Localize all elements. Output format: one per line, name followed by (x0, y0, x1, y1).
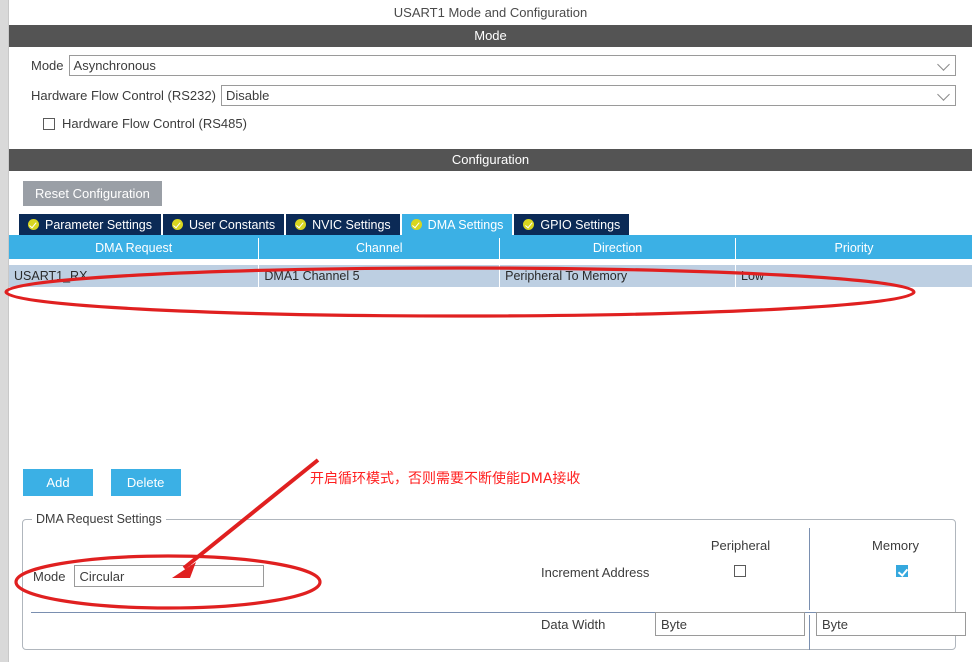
configuration-section-band: Configuration (9, 149, 972, 171)
column-header-dma-request: DMA Request (9, 238, 259, 259)
hw-flow-rs232-label: Hardware Flow Control (RS232) (31, 88, 216, 103)
increment-address-peripheral-checkbox[interactable] (734, 565, 746, 577)
row-divider (31, 612, 947, 613)
chevron-down-icon (937, 88, 950, 101)
page-title: USART1 Mode and Configuration (9, 0, 972, 25)
hw-flow-rs485-row[interactable]: Hardware Flow Control (RS485) (9, 116, 972, 131)
column-header-priority: Priority (736, 238, 972, 259)
panel-gap (9, 137, 972, 149)
tab-nvic-settings[interactable]: NVIC Settings (286, 214, 400, 235)
increment-address-memory-checkbox[interactable] (896, 565, 908, 577)
check-circle-icon (28, 219, 39, 230)
tab-label: DMA Settings (428, 218, 504, 232)
dma-request-settings-legend: DMA Request Settings (32, 512, 166, 526)
left-gutter-strip (0, 0, 9, 662)
data-width-memory-select[interactable]: Byte (816, 612, 966, 636)
reset-configuration-button[interactable]: Reset Configuration (23, 181, 162, 206)
tab-parameter-settings[interactable]: Parameter Settings (19, 214, 161, 235)
dma-mode-label: Mode (33, 569, 66, 584)
hw-flow-rs485-label: Hardware Flow Control (RS485) (62, 116, 247, 131)
delete-button[interactable]: Delete (111, 469, 181, 496)
cell-priority: Low (736, 265, 972, 287)
check-circle-icon (411, 219, 422, 230)
dma-mode-row: Mode Circular (33, 565, 264, 587)
settings-tabstrip: Parameter Settings User Constants NVIC S… (9, 214, 972, 235)
table-actions: Add Delete (23, 469, 195, 496)
increment-address-label: Increment Address (541, 565, 649, 580)
column-divider-lower (809, 615, 810, 650)
dma-mode-select[interactable]: Circular (74, 565, 264, 587)
tab-gpio-settings[interactable]: GPIO Settings (514, 214, 629, 235)
data-width-peripheral-value: Byte (656, 617, 687, 632)
dma-request-settings-group: DMA Request Settings Peripheral Memory M… (22, 519, 956, 650)
table-row[interactable]: USART1_RX DMA1 Channel 5 Peripheral To M… (9, 265, 972, 287)
tab-user-constants[interactable]: User Constants (163, 214, 284, 235)
tab-label: Parameter Settings (45, 218, 152, 232)
cell-direction: Peripheral To Memory (500, 265, 736, 287)
mode-section-band: Mode (9, 25, 972, 47)
data-width-label: Data Width (541, 617, 605, 632)
peripheral-column-header: Peripheral (668, 538, 813, 553)
mode-select[interactable]: Asynchronous (69, 55, 956, 76)
cell-channel: DMA1 Channel 5 (259, 265, 500, 287)
tab-label: User Constants (189, 218, 275, 232)
memory-column-header: Memory (823, 538, 968, 553)
reset-configuration-wrap: Reset Configuration (9, 171, 972, 214)
add-button[interactable]: Add (23, 469, 93, 496)
column-divider-upper (809, 528, 810, 610)
column-header-channel: Channel (259, 238, 500, 259)
hw-flow-rs485-checkbox[interactable] (43, 118, 55, 130)
tab-label: NVIC Settings (312, 218, 391, 232)
check-circle-icon (295, 219, 306, 230)
configuration-body: Reset Configuration Parameter Settings U… (9, 171, 972, 287)
check-circle-icon (523, 219, 534, 230)
chevron-down-icon (937, 58, 950, 71)
mode-label: Mode (31, 58, 64, 73)
table-header-row: DMA Request Channel Direction Priority (9, 238, 972, 259)
usart1-config-page: USART1 Mode and Configuration Mode Mode … (9, 0, 972, 662)
dma-request-table: DMA Request Channel Direction Priority U… (9, 238, 972, 287)
hw-flow-rs232-value: Disable (222, 88, 269, 103)
tab-label: GPIO Settings (540, 218, 620, 232)
data-width-memory-value: Byte (817, 617, 848, 632)
column-header-direction: Direction (500, 238, 736, 259)
data-width-peripheral-select[interactable]: Byte (655, 612, 805, 636)
hw-flow-rs232-row: Hardware Flow Control (RS232) Disable (9, 85, 972, 106)
mode-field-row: Mode Asynchronous (9, 55, 972, 76)
mode-select-value: Asynchronous (70, 58, 156, 73)
check-circle-icon (172, 219, 183, 230)
hw-flow-rs232-select[interactable]: Disable (221, 85, 956, 106)
tab-dma-settings[interactable]: DMA Settings (402, 214, 513, 235)
dma-mode-value: Circular (75, 569, 125, 584)
cell-dma-request: USART1_RX (9, 265, 259, 287)
mode-panel: Mode Asynchronous Hardware Flow Control … (9, 47, 972, 137)
